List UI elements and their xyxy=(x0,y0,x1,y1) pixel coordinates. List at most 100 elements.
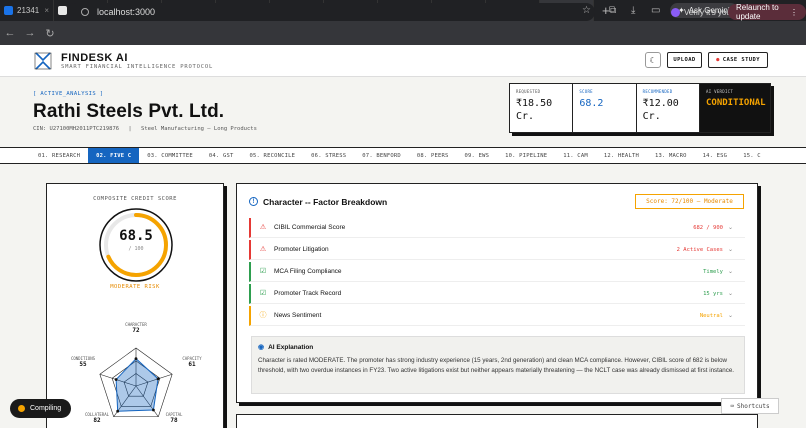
chevron-down-icon: ⌄ xyxy=(727,269,733,275)
ai-explanation-text: Character is rated MODERATE. The promote… xyxy=(258,357,734,374)
tab-cam[interactable]: 11. CAM xyxy=(555,148,596,163)
tab-label: 11. CAM xyxy=(563,152,588,159)
tab-five-c[interactable]: 02. FIVE C xyxy=(88,148,140,163)
shortcuts-label: Shortcuts xyxy=(737,402,770,410)
tab-label: 05. RECONCILE xyxy=(249,152,296,159)
more-menu-icon: ⋮ xyxy=(790,7,798,17)
tab-label: 08. PEERS xyxy=(416,152,449,159)
upload-button[interactable]: UPLOAD xyxy=(667,52,702,68)
tab-label: 12. HEALTH xyxy=(603,152,639,159)
extensions-icon[interactable]: ⧉ xyxy=(609,5,616,16)
tab-gst[interactable]: 04. GST xyxy=(201,148,242,163)
analysis-tabs: 01. RESEARCH 02. FIVE C 03. COMMITTEE 04. G… xyxy=(0,147,806,164)
factor-value: Neutral xyxy=(699,312,723,319)
score-gauge xyxy=(99,208,173,282)
ai-explanation-header: ◉ AI Explanation xyxy=(258,343,738,352)
new-badge: NEW xyxy=(636,147,645,148)
risk-label: MODERATE RISK xyxy=(110,284,160,290)
tab-label: 06. STRESS xyxy=(311,152,347,159)
tab-health[interactable]: 12. HEALTH NEW xyxy=(596,148,647,163)
cin-number: CIN: U27100MH2011PTC219876 xyxy=(33,126,120,132)
verdict-label: AI VERDICT xyxy=(705,89,734,94)
case-study-button[interactable]: ● CASE STUDY xyxy=(708,52,768,68)
company-meta: CIN: U27100MH2011PTC219876 | Steel Manuf… xyxy=(33,126,257,132)
meta-separator: | xyxy=(128,126,132,132)
address-bar-row: ← → ↻ xyxy=(0,21,806,45)
warning-icon: ⚠ xyxy=(259,245,267,253)
site-info-icon[interactable] xyxy=(81,8,89,16)
tab-research[interactable]: 01. RESEARCH xyxy=(30,148,88,163)
tab-label: 02. FIVE C xyxy=(96,152,132,159)
tab-reconcile[interactable]: 05. RECONCILE xyxy=(242,148,304,163)
factor-row[interactable]: ⚠ Promoter Litigation 2 Active Cases ⌄ xyxy=(249,240,745,260)
info-icon: ⓘ xyxy=(259,311,267,319)
character-icon: ! xyxy=(249,197,258,206)
factor-row[interactable]: ⓘ News Sentiment Neutral ⌄ xyxy=(249,306,745,326)
tab-label: 09. EWS xyxy=(464,152,490,159)
tab-pipeline[interactable]: 10. PIPELINE xyxy=(497,148,555,163)
compiling-indicator[interactable]: Compiling xyxy=(10,399,71,418)
tab-macro[interactable]: 13. MACRO NEW xyxy=(647,148,695,163)
verdict-value: CONDITIONAL xyxy=(705,98,766,108)
chevron-down-icon: ⌄ xyxy=(727,313,733,319)
relaunch-button[interactable]: Relaunch to update ⋮ xyxy=(728,3,806,21)
side-panel-icon[interactable]: ▭ xyxy=(651,5,660,16)
radar-value-collateral: 82 xyxy=(93,417,101,424)
factor-label: Promoter Litigation xyxy=(274,246,329,253)
new-badge: NEW xyxy=(684,147,693,148)
url-bar[interactable]: localhost:3000 xyxy=(67,3,595,21)
chevron-down-icon: ⌄ xyxy=(727,247,733,253)
radar-point xyxy=(152,408,155,412)
factor-score-badge: Score: 72/100 — Moderate xyxy=(635,194,744,209)
factor-row[interactable]: ☑ Promoter Track Record 15 yrs ⌄ xyxy=(249,284,745,304)
radar-area xyxy=(115,357,159,412)
tab-label: 01. RESEARCH xyxy=(38,152,81,159)
tab-committee[interactable]: 03. COMMITTEE xyxy=(139,148,201,163)
ai-explanation-box: ◉ AI Explanation Character is rated MODE… xyxy=(251,336,745,394)
url-text: localhost:3000 xyxy=(97,7,156,17)
tab-c[interactable]: 15. C xyxy=(735,148,769,163)
factor-value: Timely xyxy=(703,268,723,275)
factor-row[interactable]: ☑ MCA Filing Compliance Timely ⌄ xyxy=(249,262,745,282)
tab-ews[interactable]: 09. EWS xyxy=(457,148,498,163)
brand-tagline: SMART FINANCIAL INTELLIGENCE PROTOCOL xyxy=(61,64,214,70)
keyboard-icon: ⌨ xyxy=(730,402,735,410)
forward-icon[interactable]: → xyxy=(20,27,40,39)
moon-icon: ☾ xyxy=(649,55,657,65)
compiling-label: Compiling xyxy=(30,405,62,412)
check-icon: ☑ xyxy=(259,267,267,275)
back-icon[interactable]: ← xyxy=(0,27,20,39)
tab-label: 07. BENFORD xyxy=(362,152,401,159)
factor-breakdown-card: ! Character -- Factor Breakdown Score: 7… xyxy=(236,183,758,403)
browser-tab[interactable]: 21341 × xyxy=(0,0,54,21)
close-tab-icon[interactable]: × xyxy=(44,6,49,15)
gauge-outer-ring xyxy=(99,208,173,282)
findesk-logo-icon xyxy=(34,52,52,70)
compiling-dot-icon xyxy=(18,405,25,412)
verify-profile-button[interactable]: Verify it's you xyxy=(665,4,737,20)
factor-label: MCA Filing Compliance xyxy=(274,268,342,275)
tab-label: 13. MACRO xyxy=(654,152,687,159)
tab-label: 10. PIPELINE xyxy=(505,152,548,159)
score-metric: SCORE 68.2 xyxy=(573,84,637,132)
composite-score-value: 68.5 xyxy=(119,228,153,244)
factor-value: 2 Active Cases xyxy=(676,246,723,253)
relaunch-label: Relaunch to update xyxy=(736,3,779,21)
download-icon[interactable]: ⤓ xyxy=(631,5,635,16)
radar-point xyxy=(114,378,118,381)
tab-label: 14. ESG xyxy=(702,152,728,159)
tab-stress[interactable]: 06. STRESS xyxy=(303,148,354,163)
doc-icon xyxy=(58,6,67,15)
theme-toggle-button[interactable]: ☾ xyxy=(645,52,661,68)
composite-score-card: COMPOSITE CREDIT SCORE 68.5 / 100 MODERA… xyxy=(46,183,224,428)
composite-score-max: / 100 xyxy=(128,246,144,252)
factor-row[interactable]: ⚠ CIBIL Commercial Score 682 / 900 ⌄ xyxy=(249,218,745,238)
eye-icon: ◉ xyxy=(258,344,265,351)
tab-benford[interactable]: 07. BENFORD xyxy=(354,148,409,163)
reload-icon[interactable]: ↻ xyxy=(40,27,60,40)
tab-label: 15. C xyxy=(743,152,761,159)
tab-esg[interactable]: 14. ESG NEW xyxy=(695,148,736,163)
bookmark-star-icon[interactable]: ☆ xyxy=(582,5,591,16)
shortcuts-button[interactable]: ⌨ Shortcuts xyxy=(721,398,779,414)
tab-peers[interactable]: 08. PEERS xyxy=(409,148,457,163)
